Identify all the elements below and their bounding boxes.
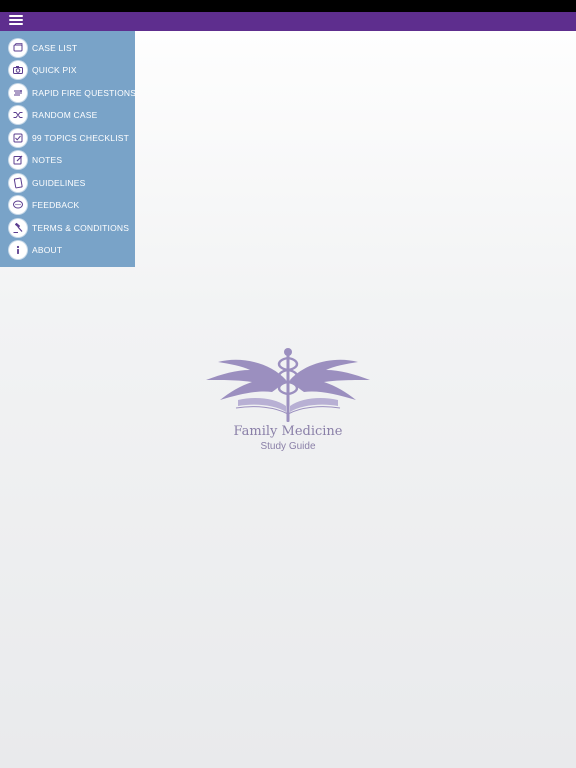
- gavel-icon: [9, 219, 27, 237]
- status-bar: [0, 0, 576, 12]
- menu-item-notes[interactable]: NOTES: [0, 149, 135, 171]
- menu-item-terms[interactable]: TERMS & CONDITIONS: [0, 217, 135, 239]
- menu-item-label: RANDOM CASE: [32, 110, 98, 120]
- menu-item-label: FEEDBACK: [32, 200, 80, 210]
- menu-item-rapid-fire[interactable]: RAPID FIRE QUESTIONS: [0, 82, 137, 104]
- shuffle-icon: [9, 106, 27, 124]
- guidelines-icon: [9, 174, 27, 192]
- menu-item-label: ABOUT: [32, 245, 63, 255]
- menu-item-label: QUICK PIX: [32, 65, 77, 75]
- notes-icon: [9, 151, 27, 169]
- menu-item-quick-pix[interactable]: QUICK PIX: [0, 59, 135, 81]
- menu-item-label: NOTES: [32, 155, 63, 165]
- menu-item-topics-checklist[interactable]: 99 TOPICS CHECKLIST: [0, 127, 135, 149]
- menu-item-label: GUIDELINES: [32, 178, 86, 188]
- caduceus-logo-icon: [206, 348, 370, 422]
- side-menu: CASE LIST QUICK PIX RAPID FIRE QUESTIONS…: [0, 31, 137, 267]
- menu-item-guidelines[interactable]: GUIDELINES: [0, 172, 135, 194]
- logo-subtitle: Study Guide: [260, 441, 316, 452]
- nav-bar: [0, 12, 576, 31]
- menu-item-random-case[interactable]: RANDOM CASE: [0, 104, 135, 126]
- menu-item-case-list[interactable]: CASE LIST: [0, 37, 135, 59]
- menu-item-feedback[interactable]: FEEDBACK: [0, 194, 135, 216]
- menu-item-label: 99 TOPICS CHECKLIST: [32, 133, 130, 143]
- feedback-icon: [9, 196, 27, 214]
- menu-item-about[interactable]: ABOUT: [0, 239, 135, 261]
- checklist-icon: [9, 129, 27, 147]
- logo-title: Family Medicine: [233, 424, 343, 439]
- menu-item-label: CASE LIST: [32, 43, 78, 53]
- rapid-fire-icon: [9, 84, 27, 102]
- menu-item-label: RAPID FIRE QUESTIONS: [32, 88, 137, 98]
- hamburger-menu-icon[interactable]: [9, 15, 23, 28]
- app-logo: Family Medicine Study Guide: [200, 342, 376, 457]
- info-icon: [9, 241, 27, 259]
- menu-item-label: TERMS & CONDITIONS: [32, 223, 130, 233]
- camera-icon: [9, 61, 27, 79]
- case-list-icon: [9, 39, 27, 57]
